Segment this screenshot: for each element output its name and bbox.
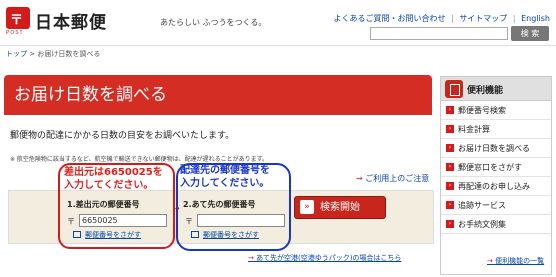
breadcrumb-home[interactable]: トップ bbox=[6, 50, 27, 58]
chevron-right-icon: › bbox=[446, 200, 454, 209]
chevron-right-icon: › bbox=[446, 181, 454, 190]
page-title: お届け日数を調べる bbox=[4, 75, 432, 115]
sidebar-more-link[interactable]: → 便利機能の一覧 bbox=[487, 256, 544, 266]
chevron-right-icon: › bbox=[446, 124, 454, 133]
airport-pack-link[interactable]: → あて先が空港(空港ゆうパック)の場合はこちら bbox=[248, 253, 401, 263]
sidebar-item-postal-search[interactable]: › 郵便番号検索 bbox=[441, 101, 551, 120]
sidebar-item-letter-templates[interactable]: › お手続文例集 bbox=[441, 215, 551, 234]
logo-mark-text: 〒 bbox=[10, 12, 24, 27]
search-start-button[interactable]: » 検索開始 bbox=[294, 196, 386, 219]
sidebar-item-label: 郵便番号検索 bbox=[458, 106, 506, 115]
sitemap-link[interactable]: サイトマップ bbox=[459, 14, 507, 23]
red-annotation-line2: 入力してください。 bbox=[64, 180, 154, 191]
double-chevron-icon: » bbox=[300, 200, 314, 214]
blue-annotation-line1: 配達先の郵便番号を bbox=[180, 165, 270, 176]
sidebar-item-fee-calc[interactable]: › 料金計算 bbox=[441, 120, 551, 139]
tools-icon bbox=[445, 80, 463, 98]
sidebar-item-label: 郵便窓口をさがす bbox=[458, 163, 522, 172]
japan-post-logo-icon[interactable]: 〒 bbox=[6, 7, 30, 29]
link-arrow: → bbox=[487, 257, 493, 265]
breadcrumb-current: お届け日数を調べる bbox=[37, 50, 101, 58]
tagline: あたらしい ふつうをつくる。 bbox=[160, 18, 267, 27]
sidebar-item-delivery-days[interactable]: › お届け日数を調べる bbox=[441, 139, 551, 158]
red-annotation-line1: 差出元は6650025を bbox=[64, 167, 163, 178]
chevron-right-icon: › bbox=[446, 143, 454, 152]
breadcrumb: トップ > お届け日数を調べる bbox=[6, 49, 100, 59]
site-search-input[interactable] bbox=[370, 27, 508, 40]
faq-link[interactable]: よくあるご質問・お問い合わせ bbox=[334, 14, 446, 23]
sidebar-item-label: 再配達のお申し込み bbox=[458, 182, 530, 191]
chevron-right-icon: › bbox=[446, 219, 454, 228]
blue-annotation: 配達先の郵便番号を 入力してください。 bbox=[180, 164, 270, 190]
sidebar-item-find-office[interactable]: › 郵便窓口をさがす bbox=[441, 158, 551, 177]
sidebar-item-label: お届け日数を調べる bbox=[458, 144, 530, 153]
logo-sub-text: POST bbox=[6, 30, 24, 36]
blue-annotation-line2: 入力してください。 bbox=[180, 178, 270, 189]
search-start-label: 検索開始 bbox=[320, 202, 360, 213]
chevron-right-icon: › bbox=[446, 162, 454, 171]
usage-notes-label: ご利用上のご注意 bbox=[365, 174, 430, 183]
sidebar: 便利機能 › 郵便番号検索 › 料金計算 › お届け日数を調べる › 郵便窓口をさがす … bbox=[440, 76, 552, 275]
separator: | bbox=[451, 14, 454, 23]
site-header: 〒 POST 日本郵便 あたらしい ふつうをつくる。 よくあるご質問・お問い合わ… bbox=[0, 0, 556, 46]
intro-text: 郵便物の配達にかかる日数の目安をお調べいたします。 bbox=[10, 131, 235, 141]
brand-name[interactable]: 日本郵便 bbox=[35, 8, 107, 33]
note-text: ※ 航空危険物に該当するなど、航空機で輸送できない郵便物は、配達が遅れることがあ… bbox=[10, 156, 269, 163]
red-annotation: 差出元は6650025を 入力してください。 bbox=[64, 166, 163, 192]
sidebar-item-label: 追跡サービス bbox=[458, 201, 506, 210]
usage-notes-link[interactable]: → ご利用上のご注意 bbox=[356, 173, 429, 184]
sidebar-item-label: お手続文例集 bbox=[458, 220, 506, 229]
sidebar-item-label: 料金計算 bbox=[458, 125, 490, 134]
chevron-right-icon: › bbox=[446, 105, 454, 114]
sidebar-more-label: 便利機能の一覧 bbox=[495, 257, 545, 265]
sidebar-item-redelivery[interactable]: › 再配達のお申し込み bbox=[441, 177, 551, 196]
airport-pack-label: あて先が空港(空港ゆうパック)の場合はこちら bbox=[256, 254, 402, 262]
top-links: よくあるご質問・お問い合わせ | サイトマップ | English bbox=[331, 13, 550, 24]
sidebar-title: 便利機能 bbox=[467, 86, 504, 96]
english-link[interactable]: English bbox=[521, 14, 550, 23]
sidebar-header: 便利機能 bbox=[441, 77, 551, 101]
breadcrumb-arrow: > bbox=[29, 50, 36, 58]
separator: | bbox=[512, 14, 516, 23]
sidebar-item-tracking[interactable]: › 追跡サービス bbox=[441, 196, 551, 215]
link-arrow: → bbox=[356, 174, 363, 183]
link-arrow: → bbox=[248, 254, 254, 262]
site-search-button[interactable]: 検 索 bbox=[511, 26, 549, 41]
